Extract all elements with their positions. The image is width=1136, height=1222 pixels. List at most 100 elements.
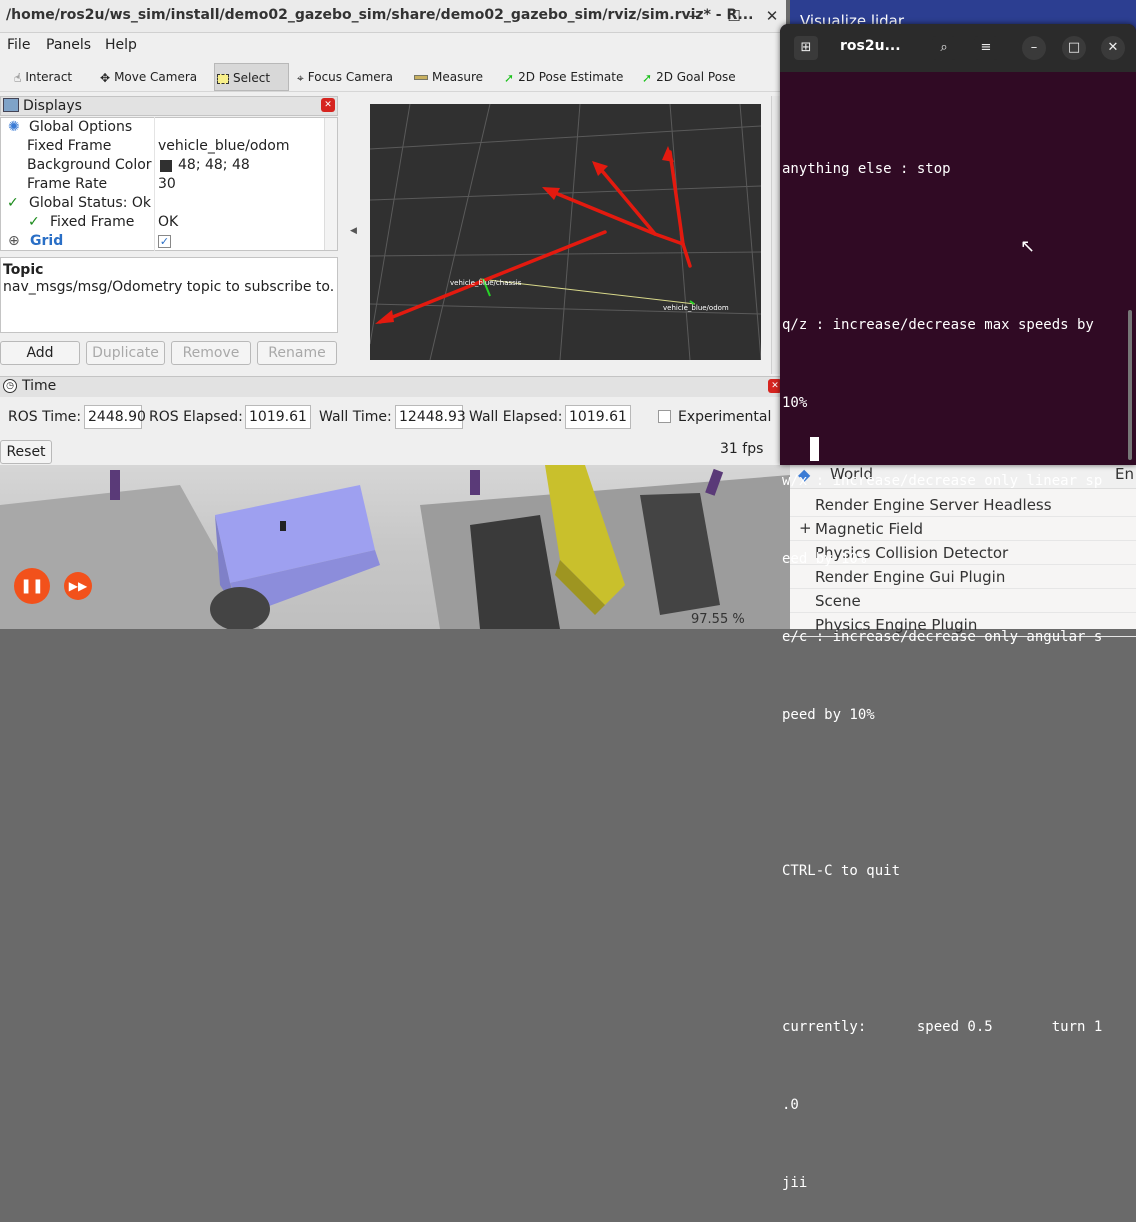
wall-time-label: Wall Time: [319, 409, 392, 425]
experimental-checkbox[interactable] [658, 410, 671, 423]
topic-title: Topic [3, 262, 44, 278]
move-camera-tool[interactable]: ✥ Move Camera [98, 63, 197, 91]
wall-elapsed-field[interactable]: 1019.61 [565, 405, 631, 429]
gear-icon: ✺ [8, 119, 20, 135]
green-arrow-icon: ➚ [642, 70, 653, 85]
minimize-icon[interactable]: − [682, 4, 706, 28]
ros-elapsed-label: ROS Elapsed: [149, 409, 243, 425]
topic-text: nav_msgs/msg/Odometry topic to subscribe… [3, 279, 335, 295]
menu-icon[interactable]: ≡ [974, 36, 998, 60]
terminal-scrollbar[interactable] [1128, 310, 1132, 460]
terminal-line: e/c : increase/decrease only angular s [782, 629, 1103, 645]
wall-elapsed-label: Wall Elapsed: [469, 409, 563, 425]
close-panel-icon[interactable]: ✕ [321, 98, 335, 112]
terminal-line: currently: speed 0.5 turn 1 [782, 1019, 1103, 1035]
mouse-pointer-icon: ↖ [1020, 236, 1036, 257]
measure-tool[interactable]: Measure [412, 63, 483, 91]
collapse-arrow-icon[interactable]: ◀ [350, 226, 357, 236]
green-arrow-icon: ➚ [504, 70, 515, 85]
terminal-line: eed by 10% [782, 551, 867, 567]
real-time-factor: 97.55 % [691, 612, 745, 627]
rename-button[interactable]: Rename [257, 341, 337, 365]
menu-help[interactable]: Help [105, 37, 137, 53]
grid-icon: ⊕ [8, 233, 20, 249]
gazebo-scene-drawing [0, 465, 790, 629]
rviz-scene: vehicle_blue/chassis vehicle_blue/odom [369, 103, 762, 361]
maximize-icon[interactable]: ☐ [722, 4, 746, 28]
terminal-line: q/z : increase/decrease max speeds by [782, 317, 1094, 333]
tree-row-grid[interactable]: ⊕ Grid ✓ [1, 233, 325, 252]
column-divider [154, 117, 155, 251]
maximize-icon[interactable]: □ [1062, 36, 1086, 60]
minimize-icon[interactable]: – [1022, 36, 1046, 60]
terminal-line: w/x : increase/decrease only linear sp [782, 473, 1103, 489]
displays-header: Displays ✕ [0, 96, 338, 116]
menu-file[interactable]: File [7, 37, 30, 53]
tree-row-global-options[interactable]: ✺ Global Options [1, 119, 325, 138]
terminal-line: anything else : stop [782, 161, 951, 177]
move-icon: ✥ [100, 70, 111, 85]
time-title: Time [22, 378, 57, 394]
time-header: ◷ Time ✕ [0, 376, 786, 397]
tree-row-frame-rate[interactable]: Frame Rate 30 [1, 176, 325, 195]
menu-bar: File Panels Help [0, 33, 786, 59]
terminal-header[interactable]: ⊞ ros2u... ⌕ ≡ – □ ✕ [780, 24, 1136, 72]
tree-row-background-color[interactable]: Background Color 48; 48; 48 [1, 157, 325, 176]
color-swatch [160, 160, 172, 172]
pose-estimate-tool[interactable]: ➚ 2D Pose Estimate [502, 63, 623, 91]
terminal-cursor [810, 437, 819, 461]
pause-button[interactable]: ❚❚ [14, 568, 50, 604]
crosshair-icon: ⌖ [297, 70, 304, 85]
menu-panels[interactable]: Panels [46, 37, 91, 53]
terminal-line: peed by 10% [782, 707, 875, 723]
reset-button[interactable]: Reset [0, 440, 52, 464]
search-icon[interactable]: ⌕ [932, 36, 956, 60]
fps-counter: 31 fps [720, 441, 764, 457]
topic-description: Topic nav_msgs/msg/Odometry topic to sub… [0, 257, 338, 333]
ruler-icon [414, 75, 428, 80]
monitor-icon [3, 98, 19, 112]
goal-pose-tool[interactable]: ➚ 2D Goal Pose [640, 63, 736, 91]
step-button[interactable]: ▶▶ [64, 572, 92, 600]
wall-time-field[interactable]: 12448.93 [395, 405, 466, 429]
select-tool[interactable]: Select [214, 63, 289, 91]
close-icon[interactable]: ✕ [760, 4, 784, 28]
clock-icon: ◷ [3, 379, 17, 393]
displays-title: Displays [23, 98, 82, 114]
grid-checkbox[interactable]: ✓ [158, 235, 171, 248]
displays-tree: ✺ Global Options Fixed Frame vehicle_blue/… [0, 117, 338, 251]
tree-row-status-fixed-frame[interactable]: ✓ Fixed Frame OK [1, 214, 325, 233]
terminal-line: jii [782, 1175, 808, 1191]
ros-time-label: ROS Time: [8, 409, 82, 425]
ros-time-field[interactable]: 2448.90 [84, 405, 146, 429]
focus-camera-tool[interactable]: ⌖ Focus Camera [295, 63, 393, 91]
terminal-line: 10% [782, 395, 808, 411]
interact-tool[interactable]: ☝ Interact [12, 63, 72, 91]
terminal-line: CTRL-C to quit [782, 863, 901, 879]
chassis-frame-label: vehicle_blue/chassis [450, 279, 522, 287]
gazebo-3d-scene[interactable]: ❚❚ ▶▶ 97.55 % [0, 465, 790, 629]
ros-elapsed-field[interactable]: 1019.61 [245, 405, 311, 429]
select-icon [217, 73, 229, 84]
window-title: /home/ros2u/ws_sim/install/demo02_gazebo… [6, 7, 754, 23]
close-icon[interactable]: ✕ [1101, 36, 1125, 60]
hand-icon: ☝ [14, 70, 22, 85]
add-button[interactable]: Add [0, 341, 80, 365]
terminal-output: anything else : stop q/z : increase/decr… [782, 104, 1132, 1222]
new-tab-icon[interactable]: ⊞ [794, 36, 818, 60]
tree-row-global-status[interactable]: ✓ Global Status: Ok [1, 195, 325, 214]
rviz-titlebar[interactable]: /home/ros2u/ws_sim/install/demo02_gazebo… [0, 0, 786, 33]
rviz-3d-view[interactable]: vehicle_blue/chassis vehicle_blue/odom [369, 103, 762, 361]
terminal-line: .0 [782, 1097, 799, 1113]
displays-scrollbar[interactable] [324, 118, 337, 250]
experimental-label: Experimental [678, 409, 772, 425]
terminal-title: ros2u... [840, 38, 901, 54]
tree-row-fixed-frame[interactable]: Fixed Frame vehicle_blue/odom [1, 138, 325, 157]
duplicate-button[interactable]: Duplicate [86, 341, 165, 365]
remove-button[interactable]: Remove [171, 341, 251, 365]
rviz-toolbar: ☝ Interact ✥ Move Camera Select ⌖ Focus Cam… [0, 60, 786, 92]
check-icon: ✓ [7, 195, 19, 211]
